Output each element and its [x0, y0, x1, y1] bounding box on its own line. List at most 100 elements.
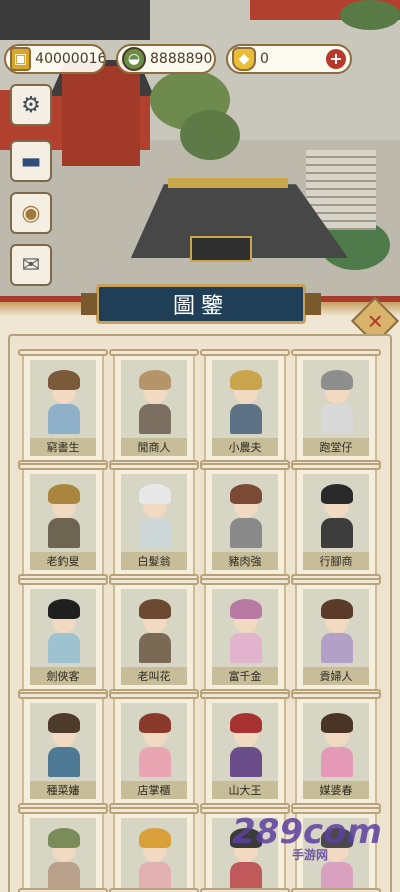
coin-icon: ▣ [10, 47, 32, 71]
character-card[interactable] [109, 807, 199, 892]
character-body [230, 518, 262, 548]
character-hair [139, 370, 171, 390]
scroll-rod-top [200, 578, 290, 585]
character-hair [321, 484, 353, 504]
character-card[interactable]: 貴婦人 [291, 578, 381, 696]
scroll-rod-bottom [200, 888, 290, 892]
scroll-rod-top [109, 578, 199, 585]
character-name: 種菜嬸 [30, 781, 96, 799]
gallery-title: 圖鑒 [81, 284, 321, 324]
character-card[interactable]: 閒商人 [109, 349, 199, 467]
book-icon: ▬ [20, 148, 42, 174]
character-hair [139, 713, 171, 733]
character-name: 山大王 [212, 781, 278, 799]
character-hair [321, 713, 353, 733]
add-gold-button[interactable]: + [326, 49, 346, 69]
character-portrait [121, 589, 187, 669]
character-body [48, 633, 80, 663]
character-card[interactable]: 店掌櫃 [109, 692, 199, 810]
settings-gear-icon: ⚙ [21, 92, 41, 118]
character-card[interactable]: 種菜嬸 [18, 692, 108, 810]
character-portrait [212, 360, 278, 440]
character-body [321, 633, 353, 663]
character-card[interactable]: 劍俠客 [18, 578, 108, 696]
scroll-rod-top [291, 463, 381, 470]
red-gate [62, 66, 140, 166]
watermark-sub: 手游网 [292, 848, 329, 862]
character-card[interactable]: 山大王 [200, 692, 290, 810]
character-name: 行腳商 [303, 552, 369, 570]
character-portrait [121, 474, 187, 554]
coin-value: 400000164 [35, 51, 104, 67]
character-name: 豬肉強 [212, 552, 278, 570]
mail-button[interactable]: ✉ [10, 244, 52, 286]
character-card[interactable]: 窮書生 [18, 349, 108, 467]
character-body [321, 747, 353, 777]
character-hair [139, 599, 171, 619]
character-hair [230, 370, 262, 390]
scroll-rod-top [109, 807, 199, 814]
character-hair [230, 484, 262, 504]
food-bowl-icon: ◒ [122, 47, 146, 71]
settings-button[interactable]: ⚙ [10, 84, 52, 126]
character-hair [48, 599, 80, 619]
character-portrait [212, 474, 278, 554]
character-body [230, 633, 262, 663]
scroll-rod-top [291, 349, 381, 356]
food-value: 8888890 [150, 51, 213, 67]
book-button[interactable]: ▬ [10, 140, 52, 182]
money-bag-icon: ◉ [21, 200, 41, 226]
character-name: 媒婆春 [303, 781, 369, 799]
scroll-rod-top [18, 349, 108, 356]
tree-top-right [340, 0, 400, 30]
character-card[interactable]: 行腳商 [291, 463, 381, 581]
gold-value: 0 [260, 51, 269, 67]
character-body [139, 633, 171, 663]
scroll-rod-top [109, 463, 199, 470]
mail-envelope-icon: ✉ [21, 252, 41, 278]
scroll-rod-top [200, 349, 290, 356]
scroll-rod-bottom [18, 888, 108, 892]
scroll-rod-top [18, 578, 108, 585]
close-icon: ✕ [366, 308, 384, 333]
character-body [139, 404, 171, 434]
character-portrait [30, 818, 96, 892]
character-card[interactable]: 豬肉強 [200, 463, 290, 581]
character-card[interactable]: 跑堂仔 [291, 349, 381, 467]
character-card[interactable] [18, 807, 108, 892]
character-name: 閒商人 [121, 438, 187, 456]
scroll-rod-bottom [109, 888, 199, 892]
coin-counter: ▣ 400000164 [4, 44, 106, 74]
character-hair [230, 713, 262, 733]
scroll-rod-top [109, 692, 199, 699]
character-body [48, 747, 80, 777]
character-portrait [30, 474, 96, 554]
watermark-logo: 289com 手游网 [232, 812, 382, 862]
character-portrait [121, 703, 187, 783]
character-card[interactable]: 媒婆春 [291, 692, 381, 810]
money-bag-button[interactable]: ◉ [10, 192, 52, 234]
character-body [230, 747, 262, 777]
gold-counter: ◆ 0 + [226, 44, 352, 74]
character-card[interactable]: 富千金 [200, 578, 290, 696]
character-card[interactable]: 老釣叟 [18, 463, 108, 581]
character-name: 貴婦人 [303, 667, 369, 685]
character-card[interactable]: 小農夫 [200, 349, 290, 467]
character-hair [48, 828, 80, 848]
character-card[interactable]: 白髮翁 [109, 463, 199, 581]
tree-garden [180, 110, 240, 160]
character-hair [230, 599, 262, 619]
character-hair [321, 370, 353, 390]
food-counter: ◒ 8888890 [116, 44, 216, 74]
character-body [230, 404, 262, 434]
character-body [48, 404, 80, 434]
roof-ridge [168, 178, 288, 188]
character-portrait [212, 703, 278, 783]
scroll-rod-top [200, 692, 290, 699]
character-card[interactable]: 老叫花 [109, 578, 199, 696]
character-name: 窮書生 [30, 438, 96, 456]
gold-ingot-icon: ◆ [232, 47, 256, 71]
scroll-rod-bottom [291, 888, 381, 892]
scroll-rod-top [291, 578, 381, 585]
character-name: 劍俠客 [30, 667, 96, 685]
